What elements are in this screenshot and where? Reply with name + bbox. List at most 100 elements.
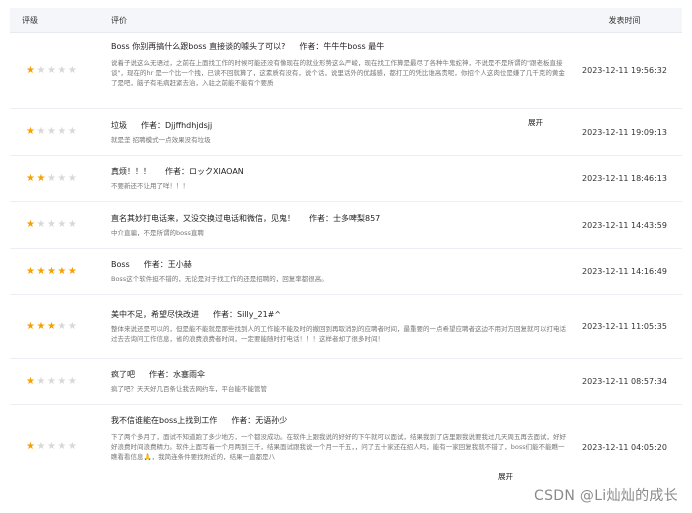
review-author: 作者：王小赫 [143,260,192,269]
table-row: ★ ★ ★ ★ ★ Boss 作者：王小赫 Boss这个软件挺不错的，无论是对于找工作的还… [10,249,682,295]
star-empty-icon: ★ [67,375,77,387]
star-filled-icon: ★ [36,320,46,332]
review-author: 作者：水塞雨伞 [149,370,205,379]
star-filled-icon: ★ [26,64,35,76]
star-filled-icon: ★ [46,265,56,277]
review-time: 2023-12-11 04:05:20 [582,442,667,452]
expand-link[interactable]: 展开 [498,471,513,482]
review-time: 2023-12-11 18:46:13 [582,174,667,183]
review-title: Boss 你别再搞什么跟boss 直接谈的噱头了可以? [111,42,286,51]
star-filled-icon: ★ [26,219,35,230]
table-row: ★ ★ ★ ★ ★ 我不信谁能在boss上找到工作 作者：无语孙少 下了两个多月了，面试不… [10,405,682,489]
review-title: 真烦！！！ [111,167,151,176]
review-title: 疯了吧 [111,370,135,379]
star-empty-icon: ★ [46,219,56,230]
star-empty-icon: ★ [57,219,67,230]
star-empty-icon: ★ [57,320,67,332]
table-row: ★ ★ ★ ★ ★ 直名其妙打电话来，又没交换过电话和微信，见鬼！ 作者：士多啤梨857 … [10,202,682,249]
star-empty-icon: ★ [57,441,67,452]
reviews-table: 评级 评价 发表时间 ★ ★ ★ ★ ★ Boss 你别再搞什么跟boss 直接谈的噱头… [10,8,682,489]
review-cell: 我不信谁能在boss上找到工作 作者：无语孙少 下了两个多月了，面试不知道跑了多少… [99,405,567,489]
review-author: 作者：Silly_21#^ [213,310,282,319]
star-empty-icon: ★ [46,126,56,137]
star-filled-icon: ★ [46,320,56,332]
review-author: 作者：无语孙少 [231,416,288,425]
review-content: 不要新还不让用了咩！！！ [111,182,189,190]
review-time: 2023-12-11 14:16:49 [582,267,667,276]
review-cell: 疯了吧 作者：水塞雨伞 疯了吧？天天好几百条让我去网约车，平台能不能管管 [99,359,567,404]
star-empty-icon: ★ [67,172,77,184]
review-time: 2023-12-11 14:43:59 [582,220,667,230]
review-time: 2023-12-11 19:56:32 [582,66,667,75]
star-empty-icon: ★ [36,126,46,137]
review-content: 整体来说还是可以的，但是能不能就是那些找到人的工作能不能及时的撤回到再取消别的应… [111,325,566,343]
rating-cell: ★ ★ ★ ★ ★ [10,405,99,489]
star-filled-icon: ★ [36,172,46,184]
review-title: 直名其妙打电话来，又没交换过电话和微信，见鬼！ [111,213,295,223]
review-cell: Boss 你别再搞什么跟boss 直接谈的噱头了可以? 作者：牛牛牛boss 最牛… [99,33,567,108]
star-empty-icon: ★ [67,219,77,230]
star-empty-icon: ★ [46,172,56,184]
star-empty-icon: ★ [36,64,46,76]
review-title: 美中不足，希望尽快改进 [111,310,199,319]
star-filled-icon: ★ [26,441,35,452]
star-empty-icon: ★ [36,219,46,230]
star-empty-icon: ★ [67,64,77,76]
review-content: 就是垄 招聘模式一点效果没有垃圾 [111,135,211,144]
star-filled-icon: ★ [26,172,35,184]
star-empty-icon: ★ [57,126,67,137]
table-row: ★ ★ ★ ★ ★ Boss 你别再搞什么跟boss 直接谈的噱头了可以? 作者：牛牛牛b… [10,33,682,127]
star-rating: ★ ★ ★ ★ ★ [26,172,78,184]
star-filled-icon: ★ [26,375,35,387]
star-empty-icon: ★ [57,375,67,387]
review-content: 中介直骗，不是所谓的boss直聘 [111,228,204,237]
star-empty-icon: ★ [67,126,77,137]
star-rating: ★ ★ ★ ★ ★ [26,265,78,277]
star-filled-icon: ★ [26,265,35,277]
review-cell: 真烦！！！ 作者：ロックXIAOAN 不要新还不让用了咩！！！ [99,156,567,201]
star-filled-icon: ★ [36,265,46,277]
review-content: 下了两个多月了，面试不知道跑了多少地方，一个都没成功。在软件上跟我说的好好的下午… [111,433,566,461]
rating-cell: ★ ★ ★ ★ ★ [10,359,99,404]
review-author: 作者：ロックXIAOAN [165,167,244,176]
review-cell: Boss 作者：王小赫 Boss这个软件挺不错的，无论是对于找工作的还是招聘的，回… [99,249,567,294]
review-content: 说着子说这么无语过，之前在上面找工作的时候可能还没有像现在的就业形势这么严峻，现… [111,59,565,87]
star-filled-icon: ★ [26,126,35,137]
star-empty-icon: ★ [46,64,56,76]
rating-cell: ★ ★ ★ ★ ★ [10,249,99,294]
review-cell: 美中不足，希望尽快改进 作者：Silly_21#^ 整体来说还是可以的，但是能不能… [99,295,567,358]
star-empty-icon: ★ [67,441,77,452]
rating-cell: ★ ★ ★ ★ ★ [10,202,99,248]
star-empty-icon: ★ [36,441,46,452]
table-header: 评级 评价 发表时间 [10,8,682,33]
review-title: 垃圾 [111,120,127,130]
review-time: 2023-12-11 08:57:34 [582,377,667,386]
star-rating: ★ ★ ★ ★ ★ [26,320,78,332]
review-title: 我不信谁能在boss上找到工作 [111,416,218,425]
rating-cell: ★ ★ ★ ★ ★ [10,33,99,108]
table-row: ★ ★ ★ ★ ★ 真烦！！！ 作者：ロックXIAOAN 不要新还不让用了咩！！！ 202… [10,156,682,202]
star-filled-icon: ★ [26,320,35,332]
rating-cell: ★ ★ ★ ★ ★ [10,295,99,358]
star-empty-icon: ★ [46,441,56,452]
rating-cell: ★ ★ ★ ★ ★ [10,156,99,201]
review-author: 作者：Djjffhdhjdsjj [141,120,213,130]
review-content: 疯了吧？天天好几百条让我去网约车，平台能不能管管 [111,385,267,393]
star-empty-icon: ★ [57,64,67,76]
table-row: ★ ★ ★ ★ ★ 美中不足，希望尽快改进 作者：Silly_21#^ 整体来说还是可以的… [10,295,682,359]
star-rating: ★ ★ ★ ★ ★ [26,64,78,76]
star-rating: ★ ★ ★ ★ ★ [26,127,78,137]
star-empty-icon: ★ [36,375,46,387]
table-row: ★ ★ ★ ★ ★ 垃圾 作者：Djjffhdhjdsjj 就是垄 招聘模式一点效果没有垃… [10,109,682,156]
star-filled-icon: ★ [57,265,67,277]
star-rating: ★ ★ ★ ★ ★ [26,220,78,230]
review-cell: 直名其妙打电话来，又没交换过电话和微信，见鬼！ 作者：士多啤梨857 中介直骗，不… [99,202,567,248]
review-author: 作者：士多啤梨857 [309,213,381,223]
review-content: Boss这个软件挺不错的，无论是对于找工作的还是招聘的，回复率都很高。 [111,275,328,283]
star-empty-icon: ★ [46,375,56,387]
review-cell: 垃圾 作者：Djjffhdhjdsjj 就是垄 招聘模式一点效果没有垃圾 [99,109,567,155]
review-author: 作者：牛牛牛boss 最牛 [299,42,385,51]
rating-cell: ★ ★ ★ ★ ★ [10,109,99,155]
header-time: 发表时间 [608,15,641,25]
watermark: CSDN @Li灿灿的成长 [534,488,678,504]
